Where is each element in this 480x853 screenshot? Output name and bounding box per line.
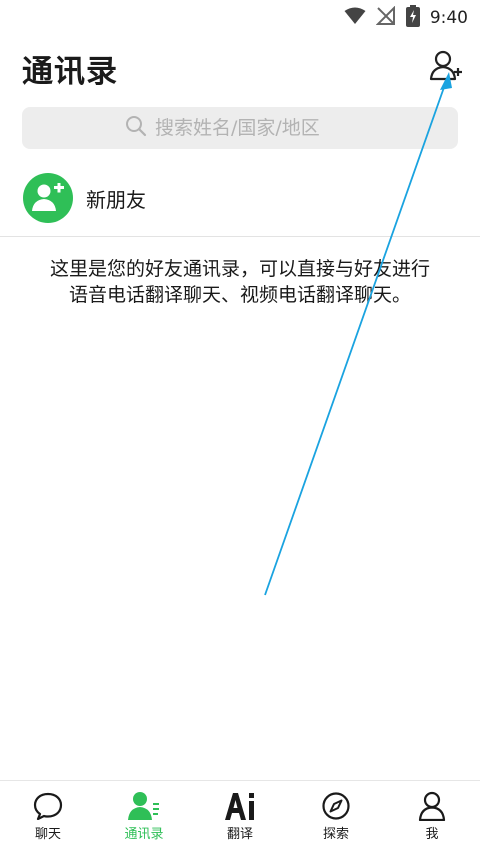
chat-bubble-icon (31, 791, 65, 821)
tab-explore[interactable]: 探索 (288, 781, 384, 853)
compass-icon (319, 791, 353, 821)
wifi-icon (344, 7, 366, 29)
profile-icon (415, 791, 449, 821)
tab-label: 我 (425, 827, 439, 842)
header: 通讯录 (0, 40, 480, 92)
tab-label: 探索 (322, 827, 349, 842)
page-title: 通讯录 (22, 54, 118, 90)
status-icons: 9:40 (344, 5, 468, 31)
contacts-empty-message: 这里是您的好友通讯录，可以直接与好友进行语音电话翻译聊天、视频电话翻译聊天。 (49, 258, 430, 306)
add-person-icon (32, 183, 64, 211)
add-contact-icon (429, 50, 462, 81)
tab-contacts[interactable]: 通讯录 (96, 781, 192, 853)
tab-label: 翻译 (226, 827, 253, 842)
tab-label: 聊天 (34, 827, 61, 842)
status-time: 9:40 (429, 8, 468, 28)
tab-chat[interactable]: 聊天 (0, 781, 96, 853)
new-friend-item[interactable]: 新朋友 (0, 160, 480, 237)
bottom-tab-bar: 聊天 通讯录 翻译 探索 我 (0, 780, 480, 853)
contacts-icon (127, 791, 161, 821)
new-friend-avatar (23, 173, 73, 223)
battery-charging-icon (405, 5, 420, 31)
search-bar[interactable] (22, 107, 458, 149)
tab-translate[interactable]: 翻译 (192, 781, 288, 853)
search-input[interactable] (155, 117, 355, 139)
new-friend-label: 新朋友 (86, 187, 146, 212)
add-contact-button[interactable] (428, 48, 464, 84)
ai-icon (223, 791, 257, 821)
search-icon (125, 115, 147, 141)
no-signal-icon (375, 5, 396, 30)
tab-label: 通讯录 (124, 827, 164, 842)
tab-me[interactable]: 我 (384, 781, 480, 853)
status-bar: 9:40 (0, 0, 480, 34)
